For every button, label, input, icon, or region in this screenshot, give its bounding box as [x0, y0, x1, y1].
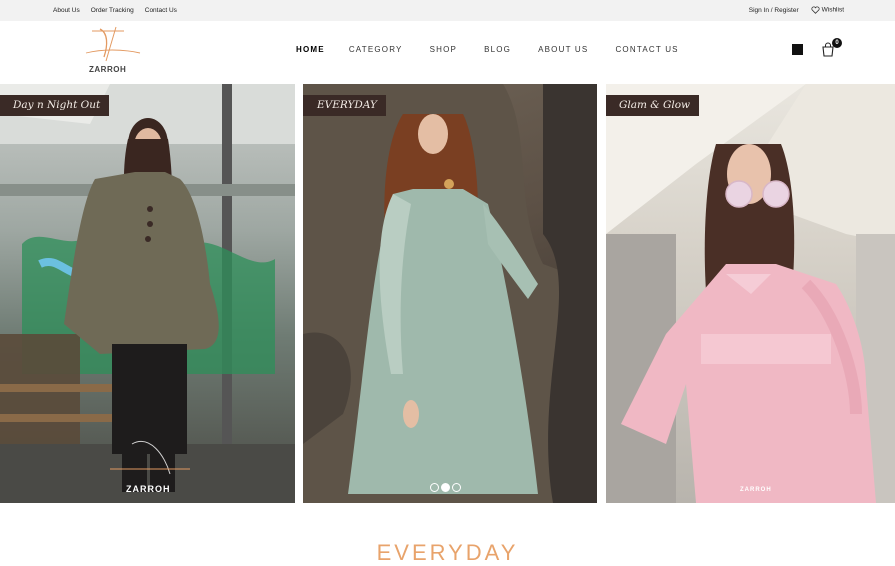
banner-tag-everyday: EVERYDAY — [303, 95, 386, 116]
slider-dot-2[interactable] — [441, 483, 450, 492]
nav-category[interactable]: CATEGORY — [349, 45, 403, 54]
contact-us-link[interactable]: Contact Us — [145, 7, 177, 14]
about-us-link[interactable]: About Us — [53, 7, 80, 14]
logo-wordmark: ZARROH — [89, 65, 127, 74]
logo-mark-icon — [85, 26, 141, 62]
banner-image-day-night-out — [0, 84, 295, 503]
cart-count-badge: 0 — [832, 38, 842, 48]
top-links: About Us Order Tracking Contact Us — [53, 7, 177, 14]
nav-home[interactable]: HOME — [296, 45, 325, 54]
nav-about-us[interactable]: ABOUT US — [538, 45, 588, 54]
main-header: ZARROH HOME CATEGORY SHOP BLOG ABOUT US … — [0, 21, 895, 83]
banner-image-glam-glow — [606, 84, 895, 503]
nav-shop[interactable]: SHOP — [430, 45, 457, 54]
banner-image-everyday — [303, 84, 597, 503]
banner-tag-glam-glow: Glam & Glow — [606, 95, 700, 116]
nav-contact-us[interactable]: CONTACT US — [615, 45, 678, 54]
slider-dot-1[interactable] — [430, 483, 439, 492]
order-tracking-link[interactable]: Order Tracking — [91, 7, 134, 14]
banner-day-night-out[interactable]: Day n Night Out ZARROH — [0, 84, 295, 503]
site-logo[interactable]: ZARROH — [78, 23, 148, 78]
wishlist-label: Wishlist — [821, 6, 844, 14]
signin-register-link[interactable]: Sign In / Register — [749, 7, 799, 14]
nav-blog[interactable]: BLOG — [484, 45, 511, 54]
slider-dots — [430, 483, 461, 492]
banner-tag-day-night-out: Day n Night Out — [0, 95, 110, 116]
main-nav: HOME CATEGORY SHOP BLOG ABOUT US CONTACT… — [296, 45, 679, 54]
user-account-icon[interactable] — [792, 44, 803, 55]
banner-glam-glow[interactable]: Glam & Glow ZARROH — [606, 84, 895, 503]
banner-watermark-small: ZARROH — [740, 487, 772, 493]
account-links: Sign In / Register Wishlist — [749, 6, 844, 14]
banner-everyday[interactable]: EVERYDAY — [303, 84, 597, 503]
banner-watermark: ZARROH — [126, 484, 171, 494]
wishlist-link[interactable]: Wishlist — [811, 6, 844, 14]
slider-dot-3[interactable] — [452, 483, 461, 492]
heart-icon — [811, 6, 820, 14]
top-utility-bar: About Us Order Tracking Contact Us Sign … — [0, 0, 895, 21]
section-title-everyday: EVERYDAY — [376, 540, 519, 565]
